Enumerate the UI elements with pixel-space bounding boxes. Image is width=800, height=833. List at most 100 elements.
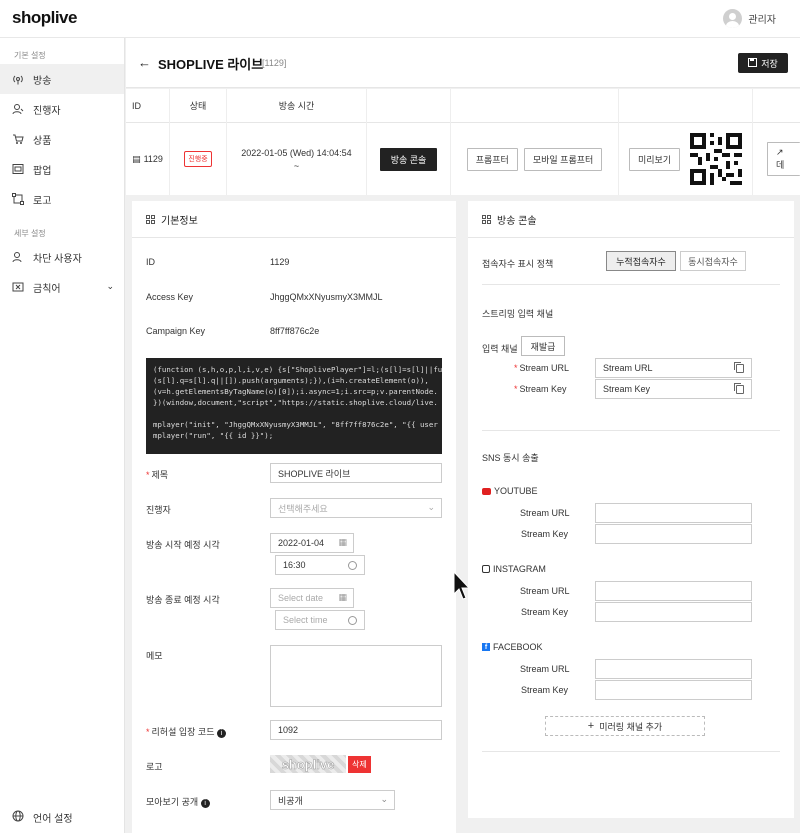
add-mirror-channel-button[interactable]: + 미러링 채널 추가 [545, 716, 705, 736]
cell-console: 방송 콘솔 [367, 123, 450, 195]
page-header: ← SHOPLIVE 라이브 [1129] 저장 [126, 38, 800, 88]
data-button[interactable]: ↗ 데 [767, 142, 800, 176]
stream-key-label: * Stream Key [514, 384, 567, 394]
id-label: ID [146, 257, 155, 267]
code-line: (v=h.getElementsByTagName(o)[0]);i.async… [153, 387, 438, 396]
streaming-input-label: 스트리밍 입력 채널 [482, 309, 554, 319]
facebook-key-input[interactable] [595, 680, 752, 700]
copy-icon[interactable] [734, 383, 744, 394]
basic-info-card: 기본정보 ID 1129 Access Key JhggQMxXNyusmyX3… [132, 201, 456, 833]
rehearsal-code-input[interactable]: 1092 [270, 720, 442, 740]
language-settings[interactable]: 언어 설정 [12, 810, 73, 825]
campaign-key-value: 8ff7ff876c2e [270, 326, 320, 336]
facebook-key-label: Stream Key [521, 685, 569, 695]
back-arrow-icon[interactable]: ← [138, 55, 151, 70]
sidebar-item-blocked-users[interactable]: 차단 사용자 [0, 242, 124, 272]
cell-status: 진행중 [170, 123, 226, 195]
rehearsal-label: * 리허설 입장 코드 i [146, 725, 226, 738]
clock-icon [348, 616, 357, 625]
end-date-placeholder: Select date [278, 593, 324, 603]
crop-icon [12, 193, 24, 205]
instagram-url-label: Stream URL [520, 586, 570, 596]
mobile-prompter-button[interactable]: 모바일 프롬프터 [523, 147, 603, 171]
user-menu[interactable]: 관리자 [723, 9, 776, 28]
sidebar-item-popup[interactable]: 팝업 [0, 154, 124, 184]
instagram-url-input[interactable] [595, 581, 752, 601]
time-tilde: ~ [293, 160, 300, 171]
th-empty [619, 89, 752, 123]
main-content: ← SHOPLIVE 라이브 [1129] 저장 ID ▤ 1129 상태 진행… [126, 38, 800, 833]
popup-icon [12, 163, 24, 175]
col-id: ID ▤ 1129 [126, 89, 170, 195]
start-time-input[interactable]: 16:30 [275, 555, 365, 575]
col-prompter: 프롬프터 모바일 프롬프터 [451, 89, 619, 195]
th-status: 상태 [170, 89, 226, 123]
code-line: })(window,document,"script","https://sta… [153, 398, 438, 407]
person-icon [12, 103, 24, 115]
save-button[interactable]: 저장 [738, 53, 788, 73]
preview-button[interactable]: 미리보기 [628, 147, 681, 171]
info-icon: i [217, 729, 226, 738]
broadcast-console-card: 방송 콘솔 접속자수 표시 정책 누적접속자수 동시접속자수 스트리밍 입력 채… [468, 201, 794, 818]
instagram-key-label: Stream Key [521, 607, 569, 617]
facebook-url-input[interactable] [595, 659, 752, 679]
calendar-icon: ▦ [338, 537, 347, 547]
page-title: SHOPLIVE 라이브 [158, 57, 264, 72]
memo-label: 메모 [146, 651, 163, 661]
app-logo[interactable]: shoplive [12, 8, 77, 28]
th-id: ID [126, 89, 169, 123]
broadcast-table: ID ▤ 1129 상태 진행중 방송 시간 2022-01-05 (Wed) … [126, 89, 800, 195]
sns-label: SNS 동시 송출 [482, 453, 539, 463]
cell-data: ↗ 데 [753, 123, 800, 195]
sidebar-item-forbidden-words[interactable]: 금칙어 ⌄ [0, 272, 124, 302]
sidebar-item-label: 방송 [33, 75, 52, 87]
save-label: 저장 [761, 58, 778, 69]
embed-code-block[interactable]: (function (s,h,o,p,l,i,v,e) {s["Shoplive… [146, 358, 442, 454]
broadcast-console-button[interactable]: 방송 콘솔 [379, 147, 438, 171]
console-header: 방송 콘솔 [468, 201, 794, 238]
delete-logo-button[interactable]: 삭제 [348, 756, 371, 773]
prompter-button[interactable]: 프롬프터 [466, 147, 518, 171]
youtube-url-input[interactable] [595, 503, 752, 523]
memo-textarea[interactable] [270, 645, 442, 707]
chevron-down-icon: ⌄ [380, 794, 388, 804]
avatar [723, 9, 743, 28]
instagram-label: INSTAGRAM [482, 564, 546, 574]
copy-icon[interactable] [734, 362, 744, 373]
stream-url-label: * Stream URL [514, 363, 570, 373]
grid-icon [146, 214, 155, 224]
forbidden-word-icon [12, 281, 24, 293]
cell-preview: 미리보기 [619, 123, 752, 195]
col-time: 방송 시간 2022-01-05 (Wed) 14:04:54 ~ [227, 89, 367, 195]
qr-code [690, 133, 743, 185]
sidebar-item-label: 차단 사용자 [33, 253, 82, 265]
stream-key-field[interactable]: Stream Key [595, 379, 752, 399]
end-date-input[interactable]: Select date ▦ [270, 588, 354, 608]
grid-icon [482, 214, 491, 224]
instagram-key-input[interactable] [595, 602, 752, 622]
title-input[interactable]: SHOPLIVE 라이브 [270, 463, 442, 483]
youtube-icon [482, 487, 491, 495]
instagram-icon [482, 565, 490, 573]
cell-prompter: 프롬프터 모바일 프롬프터 [451, 123, 618, 195]
sidebar-item-products[interactable]: 상품 [0, 124, 124, 154]
host-label: 진행자 [146, 505, 171, 515]
sidebar-item-broadcast[interactable]: 방송 [0, 64, 124, 94]
youtube-key-input[interactable] [595, 524, 752, 544]
sidebar-item-host[interactable]: 진행자 [0, 94, 124, 124]
concurrent-viewers-toggle[interactable]: 동시접속자수 [680, 251, 746, 271]
sidebar-item-logo[interactable]: 로고 [0, 184, 124, 214]
reissue-button[interactable]: 재발급 [521, 336, 565, 356]
end-time-input[interactable]: Select time [275, 610, 365, 630]
youtube-url-label: Stream URL [520, 508, 570, 518]
public-select[interactable]: 비공개 ⌄ [270, 790, 395, 810]
basic-info-header: 기본정보 [132, 201, 456, 238]
start-date-input[interactable]: 2022-01-04 ▦ [270, 533, 354, 553]
logo-image: shoplive [270, 755, 346, 773]
host-select[interactable]: 선택해주세요 ⌄ [270, 498, 442, 518]
status-badge: 진행중 [184, 151, 212, 167]
cumulative-viewers-toggle[interactable]: 누적접속자수 [606, 251, 676, 271]
stream-url-field[interactable]: Stream URL [595, 358, 752, 378]
start-label: 방송 시작 예정 시각 [146, 540, 220, 550]
